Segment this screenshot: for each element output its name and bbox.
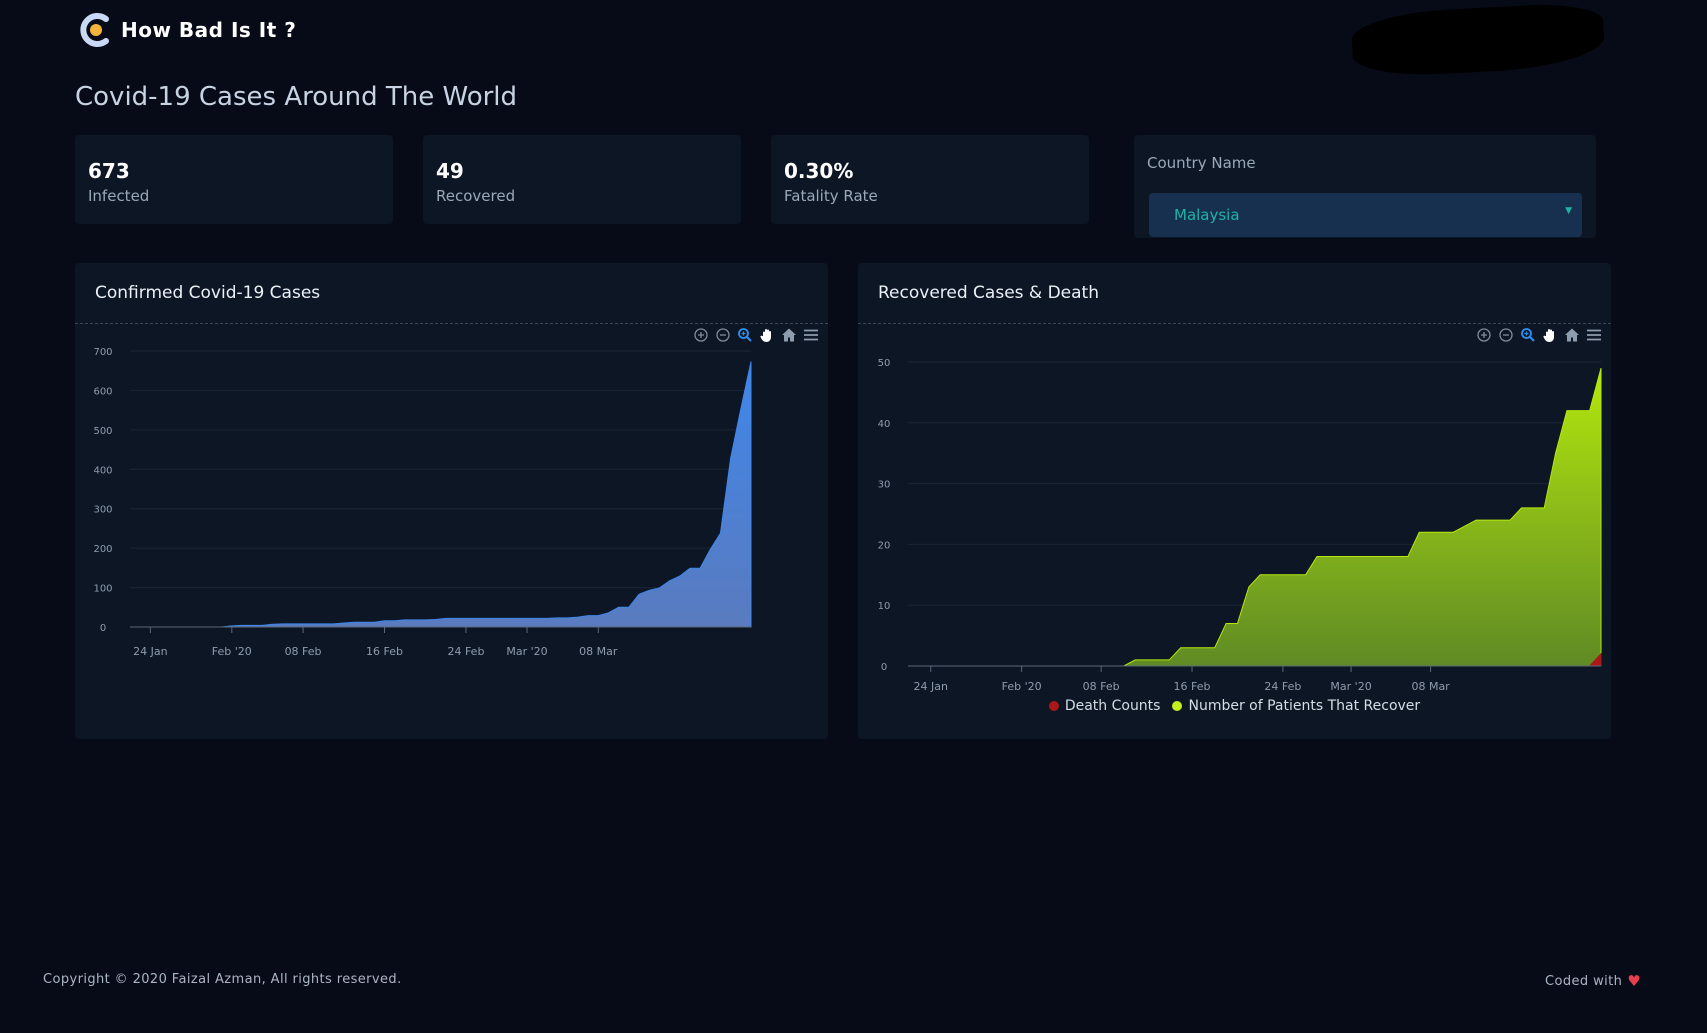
recovered-label: Recovered [436, 187, 516, 205]
legend-label: Number of Patients That Recover [1188, 698, 1421, 714]
header: How Bad Is It ? [79, 10, 296, 50]
y-tick-label: 0 [881, 662, 887, 673]
legend-marker [1048, 701, 1059, 711]
zoom-in-icon[interactable] [1475, 325, 1493, 345]
reset-home-icon[interactable] [1563, 325, 1581, 345]
y-tick-label: 100 [93, 584, 112, 595]
y-tick-label: 10 [878, 601, 891, 612]
recovered-death-chart-title: Recovered Cases & Death [878, 283, 1099, 303]
chart-legend: Death Counts Number of Patients That Rec… [858, 698, 1611, 714]
x-tick-label: 08 Feb [1083, 680, 1120, 693]
chart-toolbar [692, 325, 820, 345]
y-tick-label: 0 [100, 623, 106, 634]
page-title: Covid-19 Cases Around The World [75, 82, 518, 112]
x-tick-label: 16 Feb [366, 645, 403, 658]
y-tick-label: 30 [878, 480, 891, 491]
x-tick-label: 08 Mar [579, 645, 618, 658]
zoom-in-icon[interactable] [692, 325, 710, 345]
legend-item-recovered[interactable]: Number of Patients That Recover [1172, 698, 1420, 714]
y-tick-label: 400 [93, 465, 112, 476]
selection-zoom-icon[interactable] [736, 325, 754, 345]
selection-zoom-icon[interactable] [1519, 325, 1537, 345]
caret-down-icon: ▼ [1565, 206, 1572, 216]
country-card: Country Name Malaysia ▼ [1134, 135, 1596, 238]
chart-toolbar [1475, 325, 1603, 345]
fatality-value: 0.30% [784, 159, 854, 183]
x-tick-label: Feb '20 [1002, 680, 1042, 693]
logo-icon[interactable] [79, 11, 113, 49]
y-tick-label: 20 [878, 540, 891, 551]
recovered-value: 49 [436, 159, 464, 183]
legend-label: Death Counts [1064, 698, 1161, 714]
coded-with-label: Coded with [1545, 973, 1623, 989]
heart-icon: ♥ [1627, 972, 1642, 990]
x-tick-label: 16 Feb [1174, 680, 1211, 693]
pan-hand-icon[interactable] [758, 325, 776, 345]
fatality-card: 0.30% Fatality Rate [771, 135, 1089, 224]
brand-name[interactable]: How Bad Is It ? [121, 18, 296, 42]
y-tick-label: 600 [93, 386, 112, 397]
pan-hand-icon[interactable] [1541, 325, 1559, 345]
x-tick-label: 24 Feb [447, 645, 484, 658]
x-tick-label: Mar '20 [506, 645, 547, 658]
fatality-label: Fatality Rate [784, 187, 878, 205]
x-tick-label: 24 Jan [133, 645, 167, 658]
menu-icon[interactable] [1585, 325, 1603, 345]
y-tick-label: 300 [93, 505, 112, 516]
x-tick-label: 24 Feb [1264, 680, 1301, 693]
menu-icon[interactable] [802, 325, 820, 345]
divider [75, 323, 828, 324]
infected-card: 673 Infected [75, 135, 393, 224]
legend-marker [1172, 701, 1183, 711]
y-tick-label: 40 [878, 419, 891, 430]
x-tick-label: 08 Mar [1411, 680, 1450, 693]
country-selected-value: Malaysia [1174, 206, 1240, 224]
confirmed-chart-title: Confirmed Covid-19 Cases [95, 283, 321, 303]
country-select[interactable]: Malaysia ▼ [1149, 193, 1582, 237]
y-tick-label: 200 [93, 544, 112, 555]
zoom-out-icon[interactable] [714, 325, 732, 345]
reset-home-icon[interactable] [780, 325, 798, 345]
country-label: Country Name [1147, 154, 1256, 172]
y-tick-label: 700 [93, 347, 112, 358]
redacted-area [1350, 1, 1606, 79]
divider [858, 323, 1611, 324]
x-tick-label: 24 Jan [913, 680, 947, 693]
recovered-death-chart-panel: 0 10 20 30 40 50 24 Jan Feb '20 08 Feb 16 Feb 24 F… [858, 263, 1611, 739]
x-tick-label: 08 Feb [285, 645, 322, 658]
infected-label: Infected [88, 187, 150, 205]
y-tick-label: 500 [93, 426, 112, 437]
x-tick-label: Mar '20 [1330, 680, 1371, 693]
coded-with: Coded with ♥ [1545, 972, 1641, 990]
confirmed-chart-panel: 0 100 200 300 400 500 600 700 24 Jan Feb '20 08 Fe… [75, 263, 828, 739]
series-area-number-of-patients-that-recover [953, 367, 1602, 667]
infected-value: 673 [88, 159, 130, 183]
zoom-out-icon[interactable] [1497, 325, 1515, 345]
copyright-text: Copyright © 2020 Faizal Azman, All right… [43, 972, 402, 987]
x-tick-label: Feb '20 [212, 645, 252, 658]
recovered-card: 49 Recovered [423, 135, 741, 224]
legend-item-death[interactable]: Death Counts [1048, 698, 1161, 714]
y-tick-label: 50 [878, 358, 891, 369]
